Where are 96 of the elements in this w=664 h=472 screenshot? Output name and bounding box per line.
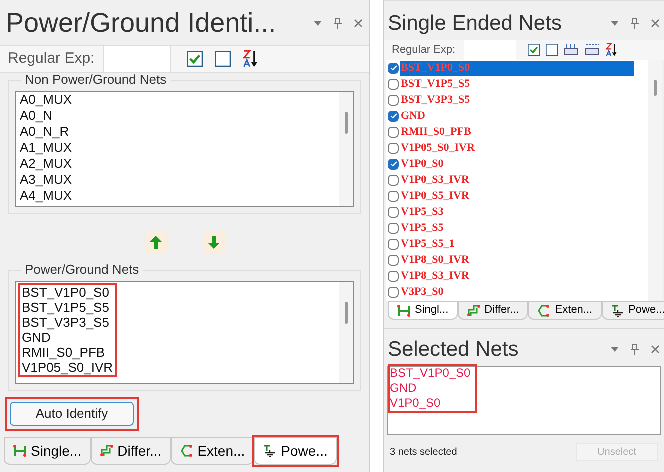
ground-icon xyxy=(263,445,278,458)
regex-field[interactable] xyxy=(102,46,171,72)
net-item[interactable]: GND xyxy=(400,108,634,124)
net-item[interactable]: BST_V1P5_S5 xyxy=(22,300,114,315)
dropdown-icon[interactable] xyxy=(314,21,322,26)
net-item[interactable]: A1_MUX xyxy=(20,140,339,156)
extended-net-icon xyxy=(537,304,552,316)
checkbox[interactable] xyxy=(388,190,399,202)
net-item[interactable]: BST_V1P0_S0 xyxy=(22,285,114,300)
close-icon[interactable] xyxy=(651,19,660,28)
scroll-bar[interactable] xyxy=(339,282,353,383)
net-item[interactable]: A2_MUX xyxy=(20,156,339,172)
net-item[interactable]: BST_V3P3_S5 xyxy=(22,315,114,330)
checkbox[interactable] xyxy=(388,78,399,90)
net-item[interactable]: BST_V3P3_S5 xyxy=(400,92,634,108)
tab[interactable]: Differ... xyxy=(458,301,528,320)
check-all-icon[interactable] xyxy=(186,51,203,67)
net-item[interactable]: V1P5_S5 xyxy=(400,220,634,236)
net-icon xyxy=(13,445,27,458)
close-icon[interactable] xyxy=(651,345,660,354)
sort-icon[interactable] xyxy=(606,43,618,57)
net-item[interactable]: BST_V1P5_S5 xyxy=(400,76,634,92)
tab[interactable]: Powe... xyxy=(602,301,664,320)
ground-icon xyxy=(610,304,625,316)
checkbox[interactable] xyxy=(388,126,399,138)
diff-pair-icon xyxy=(466,304,481,316)
pin-icon[interactable] xyxy=(334,18,342,29)
dropdown-icon[interactable] xyxy=(611,347,619,352)
tab[interactable]: Powe... xyxy=(254,437,337,466)
group-title: Non Power/Ground Nets xyxy=(21,73,171,86)
pin-icon[interactable] xyxy=(631,18,639,29)
net-item[interactable]: GND xyxy=(22,330,114,345)
checkbox[interactable] xyxy=(388,158,399,170)
net-item[interactable]: GND xyxy=(390,381,471,396)
tab[interactable]: Exten... xyxy=(528,301,602,320)
scroll-bar[interactable] xyxy=(339,92,353,206)
net-item[interactable]: V3P3_S0 xyxy=(400,284,634,300)
tab[interactable]: Singl... xyxy=(388,301,458,320)
checkbox[interactable] xyxy=(388,174,399,186)
uncheck-all-icon[interactable] xyxy=(546,44,558,56)
panel-title: Power/Ground Identi... xyxy=(6,10,276,37)
regex-label: Regular Exp: xyxy=(391,42,457,58)
net-item[interactable]: V1P0_S0 xyxy=(390,396,471,411)
close-icon[interactable] xyxy=(354,19,363,28)
sort-icon[interactable] xyxy=(242,50,259,68)
checkbox[interactable] xyxy=(388,238,399,250)
scroll-bar[interactable] xyxy=(648,60,662,301)
regex-field[interactable] xyxy=(464,40,516,60)
tab[interactable]: Exten... xyxy=(170,437,254,466)
net-item[interactable]: V1P5_S3 xyxy=(400,204,634,220)
panel-title: Selected Nets xyxy=(388,339,519,360)
net-item[interactable]: V1P0_S0 xyxy=(400,156,634,172)
net-icon xyxy=(397,304,411,316)
check-all-icon[interactable] xyxy=(528,44,540,56)
group-title: Power/Ground Nets xyxy=(21,263,144,276)
checkbox[interactable] xyxy=(388,286,399,298)
checkbox[interactable] xyxy=(388,142,399,154)
tab[interactable]: Differ... xyxy=(90,437,171,466)
panel-title: Single Ended Nets xyxy=(388,13,562,34)
diff-pair-icon xyxy=(100,445,114,458)
net-item[interactable]: A0_N xyxy=(20,108,339,124)
checkbox[interactable] xyxy=(388,94,399,106)
pin-icon[interactable] xyxy=(631,344,639,355)
net-item[interactable]: V1P05_S0_IVR xyxy=(400,140,634,156)
checkbox[interactable] xyxy=(388,110,399,122)
move-up-button[interactable] xyxy=(144,230,168,254)
net-item[interactable]: V1P0_S5_IVR xyxy=(400,188,634,204)
expand-all-icon[interactable] xyxy=(564,44,579,56)
net-item[interactable]: A4_MUX xyxy=(20,188,339,204)
checkbox[interactable] xyxy=(388,270,399,282)
down-arrow-icon xyxy=(208,236,220,248)
checkbox[interactable] xyxy=(388,254,399,266)
extended-net-icon xyxy=(180,445,194,458)
net-item[interactable]: V1P05_S0_IVR xyxy=(22,360,114,375)
collapse-all-icon[interactable] xyxy=(584,44,600,56)
net-item[interactable]: RMII_S0_PFB xyxy=(400,124,634,140)
net-item[interactable]: V1P8_S3_IVR xyxy=(400,268,634,284)
net-item[interactable]: V1P5_S5_1 xyxy=(400,236,634,252)
net-item[interactable]: A0_MUX xyxy=(20,92,339,108)
net-item[interactable]: BST_V1P0_S0 xyxy=(390,366,471,381)
move-down-button[interactable] xyxy=(202,230,226,254)
up-arrow-icon xyxy=(150,236,162,248)
net-item[interactable]: A3_MUX xyxy=(20,172,339,188)
dropdown-icon[interactable] xyxy=(611,21,619,26)
status-text: 3 nets selected xyxy=(390,446,458,460)
checkbox[interactable] xyxy=(388,222,399,234)
net-item[interactable]: RMII_S0_PFB xyxy=(22,345,114,360)
tab[interactable]: Single... xyxy=(4,437,91,466)
net-item[interactable]: V1P8_S0_IVR xyxy=(400,252,634,268)
uncheck-all-icon[interactable] xyxy=(214,51,231,67)
checkbox[interactable] xyxy=(388,206,399,218)
net-item[interactable]: V1P0_S3_IVR xyxy=(400,172,634,188)
checkbox[interactable] xyxy=(388,62,399,74)
net-item[interactable]: A0_N_R xyxy=(20,124,339,140)
regex-label: Regular Exp: xyxy=(7,48,96,69)
auto-identify-button[interactable]: Auto Identify xyxy=(10,402,134,426)
